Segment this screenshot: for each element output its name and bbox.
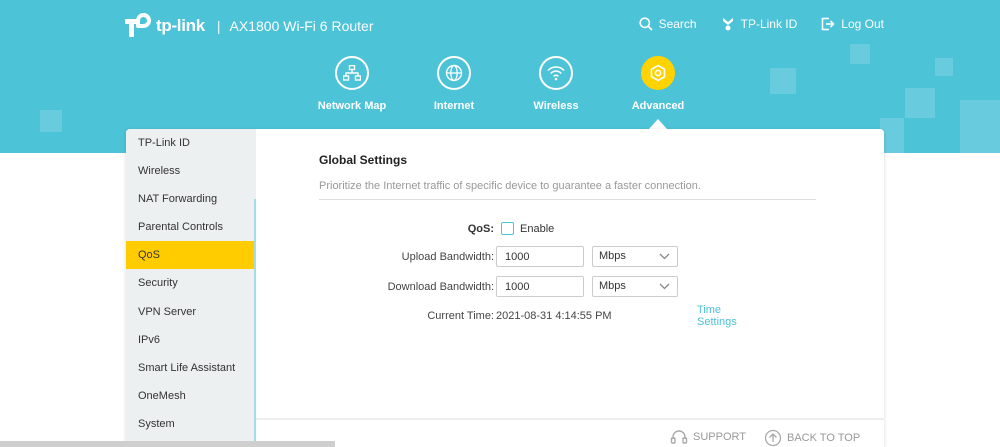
upload-unit-value: Mbps	[599, 250, 626, 262]
logout-label: Log Out	[841, 17, 884, 31]
sidebar-item-tplink-id[interactable]: TP-Link ID	[126, 129, 256, 157]
current-time-value: 2021-08-31 4:14:55 PM	[496, 309, 612, 322]
sidebar-item-ipv6[interactable]: IPv6	[126, 326, 256, 354]
sidebar-item-smart-life-assistant[interactable]: Smart Life Assistant	[126, 354, 256, 382]
nav-advanced[interactable]: Advanced	[603, 56, 713, 112]
download-bandwidth-row: Download Bandwidth: Mbps	[319, 276, 678, 297]
upload-bandwidth-label: Upload Bandwidth:	[401, 250, 494, 263]
back-to-top-label: BACK TO TOP	[787, 432, 861, 444]
main-nav: Network Map Internet Wireless Advanced	[0, 56, 1000, 126]
upload-bandwidth-input[interactable]	[496, 246, 584, 267]
network-map-icon	[335, 56, 369, 90]
sidebar-item-system[interactable]: System	[126, 410, 256, 438]
qos-enable-checkbox[interactable]	[501, 222, 514, 235]
search-label: Search	[658, 17, 697, 31]
nav-label: Wireless	[533, 100, 579, 112]
chevron-down-icon	[659, 253, 670, 260]
upload-unit-select[interactable]: Mbps	[592, 246, 678, 267]
search-link[interactable]: Search	[638, 17, 697, 31]
nav-internet[interactable]: Internet	[399, 56, 509, 112]
gear-icon	[641, 56, 675, 90]
nav-wireless[interactable]: Wireless	[501, 56, 611, 112]
sidebar-item-security[interactable]: Security	[126, 269, 256, 297]
sidebar-item-vpn-server[interactable]: VPN Server	[126, 298, 256, 326]
logout-icon	[821, 17, 835, 31]
sidebar-item-nat-forwarding[interactable]: NAT Forwarding	[126, 185, 256, 213]
active-nav-pointer	[649, 119, 667, 129]
sidebar-item-parental-controls[interactable]: Parental Controls	[126, 213, 256, 241]
nav-label: Network Map	[317, 100, 387, 112]
qos-enable-label[interactable]: Enable	[520, 223, 554, 235]
upload-bandwidth-row: Upload Bandwidth: Mbps	[319, 246, 678, 267]
tplink-logo[interactable]: tp-link | AX1800 Wi-Fi 6 Router	[125, 13, 374, 39]
support-label: SUPPORT	[693, 431, 746, 443]
current-time-row: Current Time: 2021-08-31 4:14:55 PM Time…	[319, 304, 736, 328]
headset-icon	[670, 430, 688, 444]
nav-network-map[interactable]: Network Map	[297, 56, 407, 112]
nav-label: Advanced	[631, 100, 685, 112]
back-to-top-link[interactable]: BACK TO TOP	[764, 429, 860, 447]
logout-link[interactable]: Log Out	[821, 17, 884, 31]
settings-panel: TP-Link ID Wireless NAT Forwarding Paren…	[126, 129, 884, 447]
download-bandwidth-input[interactable]	[496, 276, 584, 297]
tplink-logo-icon	[125, 13, 151, 39]
section-description: Prioritize the Internet traffic of speci…	[319, 180, 816, 200]
nav-label: Internet	[433, 100, 475, 112]
download-unit-value: Mbps	[599, 280, 626, 292]
download-unit-select[interactable]: Mbps	[592, 276, 678, 297]
sidebar-scrollbar[interactable]	[254, 199, 256, 447]
globe-icon	[437, 56, 471, 90]
horizontal-scrollbar[interactable]	[0, 441, 335, 447]
sidebar-item-wireless[interactable]: Wireless	[126, 157, 256, 185]
global-settings-section: Global Settings Prioritize the Internet …	[319, 129, 816, 328]
tplink-id-link[interactable]: TP-Link ID	[721, 17, 798, 31]
qos-row: QoS: Enable	[319, 218, 554, 239]
time-settings-link[interactable]: Time Settings	[697, 304, 737, 328]
section-title: Global Settings	[319, 153, 408, 167]
search-icon	[638, 17, 653, 31]
wifi-icon	[539, 56, 573, 90]
sidebar-item-onemesh[interactable]: OneMesh	[126, 382, 256, 410]
logo-separator: |	[216, 18, 221, 34]
sidebar: TP-Link ID Wireless NAT Forwarding Paren…	[126, 129, 256, 447]
support-link[interactable]: SUPPORT	[670, 429, 746, 445]
tplink-id-icon	[722, 18, 733, 31]
footer: SUPPORT BACK TO TOP	[256, 418, 884, 447]
tplink-id-label: TP-Link ID	[740, 17, 798, 31]
current-time-label: Current Time:	[427, 309, 494, 322]
arrow-up-circle-icon	[764, 429, 782, 447]
chevron-down-icon	[659, 283, 670, 290]
sidebar-item-qos[interactable]: QoS	[126, 241, 256, 270]
router-model: AX1800 Wi-Fi 6 Router	[229, 18, 374, 34]
top-nav: Search TP-Link ID Log Out	[615, 17, 884, 31]
logo-text: tp-link	[156, 16, 205, 35]
download-bandwidth-label: Download Bandwidth:	[387, 280, 494, 293]
qos-label: QoS:	[467, 222, 494, 235]
